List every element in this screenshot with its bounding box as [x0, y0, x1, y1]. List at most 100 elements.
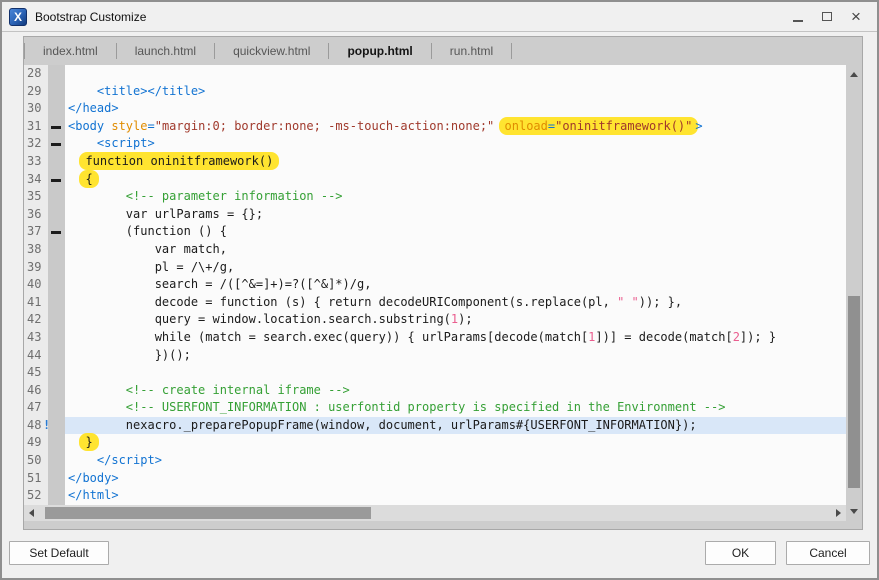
code-text[interactable]: nexacro._preparePopupFrame(window, docum…	[65, 417, 846, 435]
code-line-33[interactable]: 33 function oninitframework()	[24, 153, 846, 171]
code-text[interactable]: while (match = search.exec(query)) { url…	[65, 329, 846, 347]
code-text[interactable]	[65, 65, 846, 83]
code-text[interactable]: <title></title>	[65, 83, 846, 101]
code-text[interactable]: }	[65, 434, 846, 452]
scroll-right-icon[interactable]	[836, 509, 841, 517]
code-line-42[interactable]: 42 query = window.location.search.substr…	[24, 311, 846, 329]
line-number: 35	[24, 188, 48, 206]
tab-index[interactable]: index.html	[25, 37, 116, 65]
code-line-32[interactable]: 32 <script>	[24, 135, 846, 153]
code-line-45[interactable]: 45	[24, 364, 846, 382]
code-line-43[interactable]: 43 while (match = search.exec(query)) { …	[24, 329, 846, 347]
ok-button[interactable]: OK	[705, 541, 776, 565]
code-line-40[interactable]: 40 search = /([^&=]+)=?([^&]*)/g,	[24, 276, 846, 294]
code-line-29[interactable]: 29 <title></title>	[24, 83, 846, 101]
fold-gutter	[48, 347, 65, 365]
code-line-34[interactable]: 34 {	[24, 171, 846, 189]
line-number: 37	[24, 223, 48, 241]
code-line-39[interactable]: 39 pl = /\+/g,	[24, 259, 846, 277]
tab-divider	[511, 43, 512, 59]
code-line-28[interactable]: 28	[24, 65, 846, 83]
code-text[interactable]: query = window.location.search.substring…	[65, 311, 846, 329]
fold-gutter	[48, 241, 65, 259]
fold-collapse-icon[interactable]	[51, 179, 61, 182]
code-line-30[interactable]: 30 </head>	[24, 100, 846, 118]
code-text[interactable]: {	[65, 171, 846, 189]
set-default-button[interactable]: Set Default	[9, 541, 109, 565]
fold-gutter	[48, 259, 65, 277]
fold-gutter	[48, 434, 65, 452]
code-text[interactable]	[65, 364, 846, 382]
fold-collapse-icon[interactable]	[51, 126, 61, 129]
code-line-49[interactable]: 49 }	[24, 434, 846, 452]
line-number: 49	[24, 434, 48, 452]
line-number: 45	[24, 364, 48, 382]
code-line-35[interactable]: 35 <!-- parameter information -->	[24, 188, 846, 206]
code-text[interactable]: var match,	[65, 241, 846, 259]
nexacro-app-icon: X	[9, 8, 27, 26]
code-text[interactable]: <script>	[65, 135, 846, 153]
fold-gutter[interactable]	[48, 171, 65, 189]
minimize-button[interactable]	[788, 7, 808, 27]
line-number: 31	[24, 118, 48, 136]
code-text[interactable]: </html>	[65, 487, 846, 505]
tab-quickview[interactable]: quickview.html	[215, 37, 328, 65]
horizontal-scroll-thumb[interactable]	[45, 507, 371, 519]
code-line-50[interactable]: 50 </script>	[24, 452, 846, 470]
fold-collapse-icon[interactable]	[51, 231, 61, 234]
maximize-icon	[822, 12, 832, 21]
code-line-41[interactable]: 41 decode = function (s) { return decode…	[24, 294, 846, 312]
code-line-51[interactable]: 51</body>	[24, 470, 846, 488]
code-text[interactable]: pl = /\+/g,	[65, 259, 846, 277]
tab-popup[interactable]: popup.html	[329, 37, 430, 65]
code-text[interactable]: <!-- create internal iframe -->	[65, 382, 846, 400]
close-button[interactable]: ×	[846, 7, 866, 27]
horizontal-scrollbar[interactable]	[24, 505, 846, 521]
code-text[interactable]: decode = function (s) { return decodeURI…	[65, 294, 846, 312]
code-text[interactable]: </head>	[65, 100, 846, 118]
code-text[interactable]: search = /([^&=]+)=?([^&]*)/g,	[65, 276, 846, 294]
code-text[interactable]: })();	[65, 347, 846, 365]
vertical-scroll-thumb[interactable]	[848, 296, 860, 488]
code-line-37[interactable]: 37 (function () {	[24, 223, 846, 241]
line-number: 44	[24, 347, 48, 365]
fold-gutter	[48, 276, 65, 294]
line-number: 29	[24, 83, 48, 101]
cancel-button[interactable]: Cancel	[786, 541, 870, 565]
fold-gutter[interactable]	[48, 223, 65, 241]
fold-gutter[interactable]	[48, 118, 65, 136]
vertical-scrollbar[interactable]	[846, 65, 862, 521]
maximize-button[interactable]	[817, 7, 837, 27]
fold-gutter	[48, 329, 65, 347]
code-text[interactable]: (function () {	[65, 223, 846, 241]
scroll-up-icon[interactable]	[850, 72, 858, 77]
line-number: 33	[24, 153, 48, 171]
line-number: 30	[24, 100, 48, 118]
code-line-31[interactable]: 31 <body style="margin:0; border:none; -m…	[24, 118, 846, 136]
code-line-46[interactable]: 46 <!-- create internal iframe -->	[24, 382, 846, 400]
code-line-38[interactable]: 38 var match,	[24, 241, 846, 259]
code-text[interactable]: var urlParams = {};	[65, 206, 846, 224]
fold-gutter[interactable]	[48, 135, 65, 153]
code-text[interactable]: function oninitframework()	[65, 153, 846, 171]
code-text[interactable]: <!-- parameter information -->	[65, 188, 846, 206]
code-text[interactable]: </script>	[65, 452, 846, 470]
window-title: Bootstrap Customize	[35, 10, 146, 24]
tab-launch[interactable]: launch.html	[117, 37, 214, 65]
code-text[interactable]: <!-- USERFONT_INFORMATION : userfontid p…	[65, 399, 846, 417]
code-line-52[interactable]: 52</html>	[24, 487, 846, 505]
code-editor[interactable]: 2829 <title></title>30</head>31<body sty…	[24, 65, 846, 505]
tab-run[interactable]: run.html	[432, 37, 511, 65]
code-line-47[interactable]: 47 <!-- USERFONT_INFORMATION : userfonti…	[24, 399, 846, 417]
code-line-36[interactable]: 36 var urlParams = {};	[24, 206, 846, 224]
code-text[interactable]: </body>	[65, 470, 846, 488]
fold-gutter	[48, 364, 65, 382]
fold-collapse-icon[interactable]	[51, 143, 61, 146]
scroll-left-icon[interactable]	[29, 509, 34, 517]
code-text[interactable]: <body style="margin:0; border:none; -ms-…	[65, 118, 846, 136]
scroll-down-icon[interactable]	[850, 509, 858, 514]
window-controls: ×	[788, 7, 866, 27]
code-line-48[interactable]: 48! nexacro._preparePopupFrame(window, d…	[24, 417, 846, 435]
code-line-44[interactable]: 44 })();	[24, 347, 846, 365]
title-bar: X Bootstrap Customize ×	[2, 2, 877, 32]
